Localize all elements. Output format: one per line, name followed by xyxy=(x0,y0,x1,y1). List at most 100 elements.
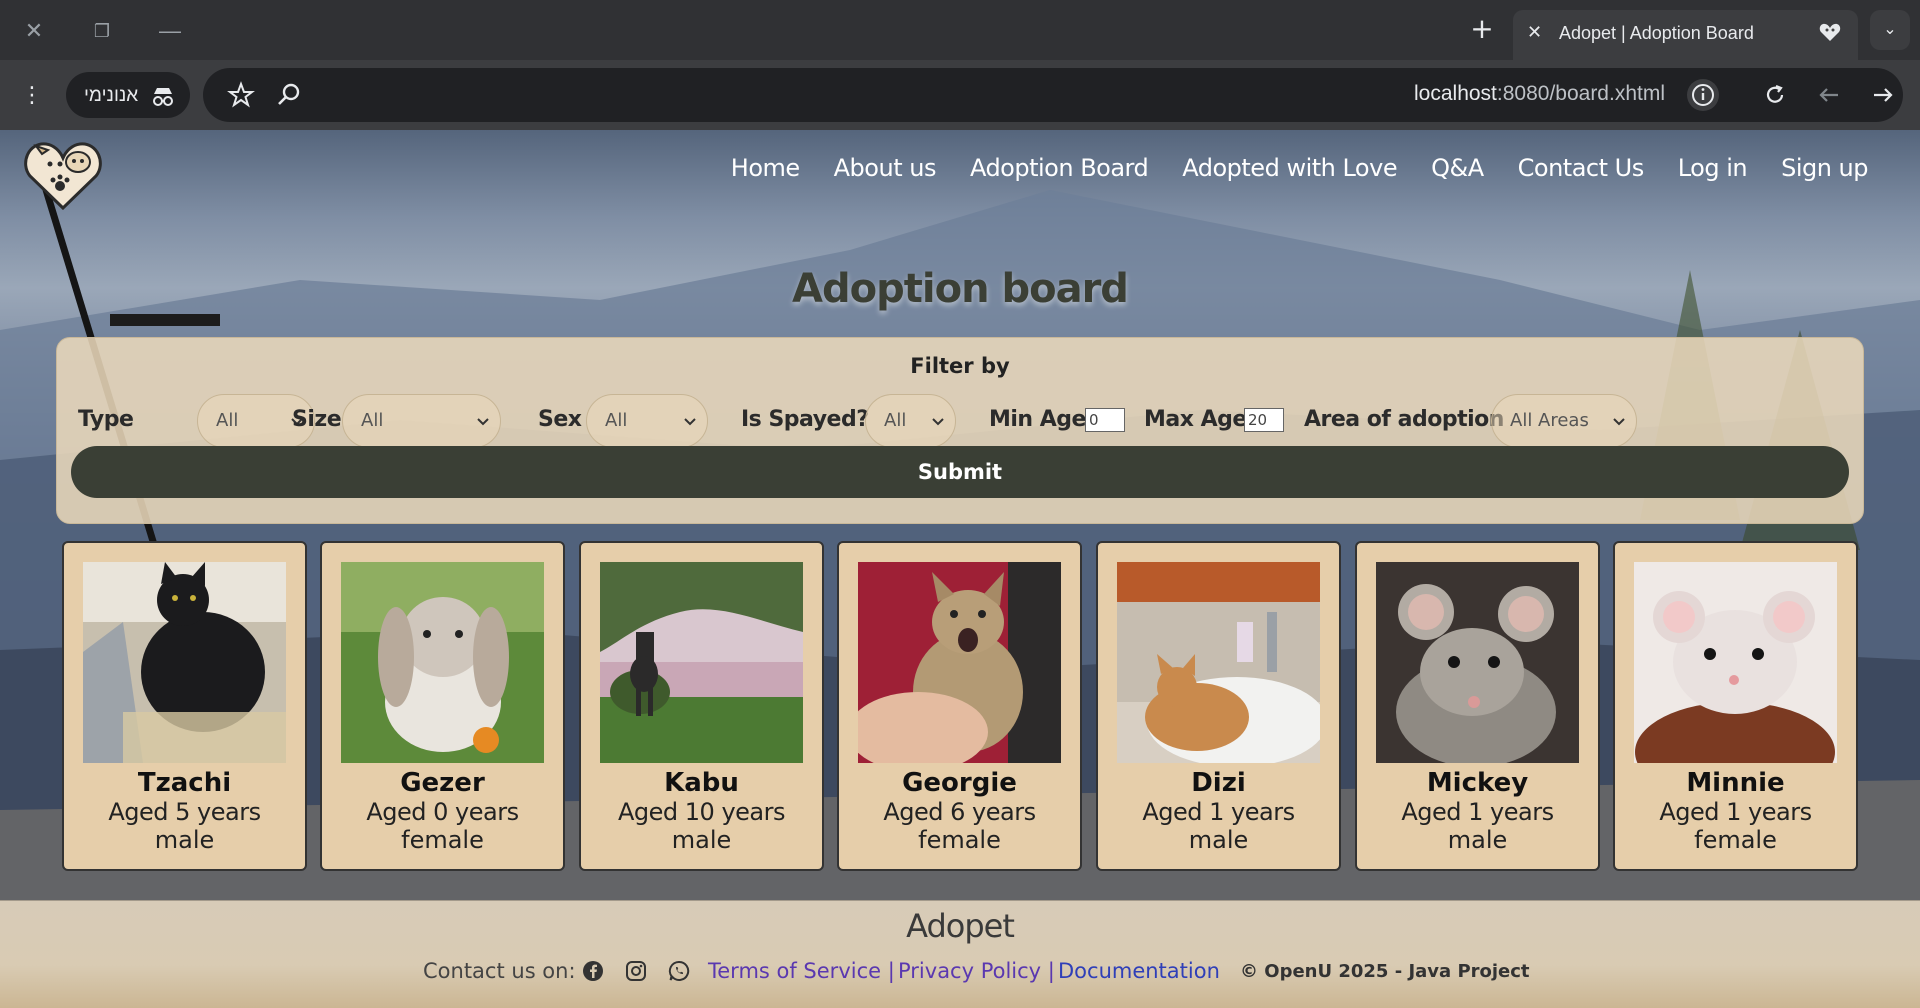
sex-select-value: All xyxy=(605,410,628,431)
footer-brand: Adopet xyxy=(906,907,1015,945)
pet-name: Minnie xyxy=(1686,768,1785,798)
browser-toolbar: ⋮ אנונימי localhost:8080/board.xhtml xyxy=(0,60,1920,130)
tab-search-icon[interactable]: ⌄ xyxy=(1870,10,1910,50)
pet-card[interactable]: Gezer Aged 0 years female xyxy=(320,541,565,871)
pet-card[interactable]: Georgie Aged 6 years female xyxy=(837,541,1082,871)
favicon-icon xyxy=(1819,23,1841,41)
pet-photo xyxy=(600,562,803,763)
documentation-link[interactable]: Documentation xyxy=(1058,959,1220,983)
type-label: Type xyxy=(78,407,134,432)
nav-about-us[interactable]: About us xyxy=(834,154,937,182)
pet-age: Aged 1 years xyxy=(1401,798,1554,826)
back-arrow-icon[interactable] xyxy=(1815,81,1843,109)
browser-tab[interactable]: ✕ Adopet | Adoption Board xyxy=(1513,10,1858,60)
pet-sex: male xyxy=(671,826,732,854)
tab-close-icon[interactable]: ✕ xyxy=(1527,22,1542,43)
pet-name: Georgie xyxy=(902,768,1017,798)
size-select-value: All xyxy=(361,410,384,431)
nav-adopted-with-love[interactable]: Adopted with Love xyxy=(1182,154,1397,182)
chevron-down-icon xyxy=(1613,418,1625,426)
pet-sex: female xyxy=(918,826,1001,854)
pet-sex: female xyxy=(401,826,484,854)
forward-arrow-icon[interactable] xyxy=(1869,81,1897,109)
zoom-icon[interactable] xyxy=(275,81,303,109)
pet-photo xyxy=(341,562,544,763)
pet-photo xyxy=(1117,562,1320,763)
pet-name: Kabu xyxy=(664,768,739,798)
area-label: Area of adoption xyxy=(1304,407,1504,432)
pet-sex: male xyxy=(1188,826,1249,854)
nav-adoption-board[interactable]: Adoption Board xyxy=(970,154,1149,182)
pet-age: Aged 1 years xyxy=(1142,798,1295,826)
chevron-down-icon xyxy=(932,418,944,426)
size-select[interactable]: All xyxy=(342,394,501,448)
area-select-value: All Areas xyxy=(1510,410,1589,431)
pet-card[interactable]: Mickey Aged 1 years male xyxy=(1355,541,1600,871)
pet-photo xyxy=(83,562,286,763)
submit-button[interactable]: Submit xyxy=(71,446,1849,498)
pet-photo xyxy=(1634,562,1837,763)
site-info-icon[interactable] xyxy=(1687,79,1719,111)
spayed-select-value: All xyxy=(884,410,907,431)
max-age-input[interactable] xyxy=(1244,408,1284,432)
reload-icon[interactable] xyxy=(1761,81,1789,109)
browser-tabstrip: ✕ ❐ — + ✕ Adopet | Adoption Board ⌄ xyxy=(0,0,1920,60)
filter-row: Type All Size All Sex All Is Spayed? All… xyxy=(78,394,1858,448)
incognito-icon xyxy=(153,88,173,106)
instagram-icon[interactable] xyxy=(625,960,647,982)
address-bar[interactable]: localhost:8080/board.xhtml xyxy=(203,68,1903,122)
browser-menu-icon[interactable]: ⋮ xyxy=(20,82,44,110)
max-age-label: Max Age xyxy=(1144,407,1247,432)
min-age-input[interactable] xyxy=(1085,408,1125,432)
site-footer: Adopet Contact us on: Terms of Service |… xyxy=(0,900,1920,1008)
pet-card[interactable]: Minnie Aged 1 years female xyxy=(1613,541,1858,871)
pet-card[interactable]: Tzachi Aged 5 years male xyxy=(62,541,307,871)
restore-window-icon[interactable]: ❐ xyxy=(82,14,122,48)
pet-name: Mickey xyxy=(1426,768,1529,798)
pet-age: Aged 1 years xyxy=(1659,798,1812,826)
type-select-value: All xyxy=(216,410,239,431)
pet-name: Dizi xyxy=(1191,768,1246,798)
pet-card[interactable]: Dizi Aged 1 years male xyxy=(1096,541,1341,871)
nav-log-in[interactable]: Log in xyxy=(1678,154,1748,182)
url-host: localhost xyxy=(1414,82,1497,105)
nav-qa[interactable]: Q&A xyxy=(1431,154,1484,182)
sex-label: Sex xyxy=(538,407,582,432)
whatsapp-icon[interactable] xyxy=(668,960,690,982)
terms-link[interactable]: Terms of Service | xyxy=(708,959,895,983)
page-title: Adoption board xyxy=(792,266,1129,312)
nav-contact-us[interactable]: Contact Us xyxy=(1518,154,1645,182)
filter-heading: Filter by xyxy=(910,354,1010,378)
close-window-icon[interactable]: ✕ xyxy=(14,14,54,48)
sex-select[interactable]: All xyxy=(586,394,708,448)
nav-sign-up[interactable]: Sign up xyxy=(1781,154,1868,182)
new-tab-icon[interactable]: + xyxy=(1465,12,1499,46)
area-select[interactable]: All Areas xyxy=(1491,394,1637,448)
chevron-down-icon xyxy=(477,418,489,426)
filter-panel: Filter by Type All Size All Sex All Is S… xyxy=(56,337,1864,524)
facebook-icon[interactable] xyxy=(582,960,604,982)
pet-cards: Tzachi Aged 5 years male Gezer Aged 0 ye… xyxy=(62,541,1858,871)
pet-age: Aged 10 years xyxy=(618,798,786,826)
privacy-link[interactable]: Privacy Policy | xyxy=(898,959,1055,983)
url-text[interactable]: localhost:8080/board.xhtml xyxy=(1414,82,1665,106)
footer-links-row: Contact us on: Terms of Service | Privac… xyxy=(0,959,1920,989)
pet-age: Aged 5 years xyxy=(108,798,261,826)
pet-name: Tzachi xyxy=(137,768,232,798)
contact-label: Contact us on: xyxy=(423,959,576,983)
adopet-logo[interactable] xyxy=(22,134,104,210)
nav-home[interactable]: Home xyxy=(731,154,800,182)
pet-sex: male xyxy=(1447,826,1508,854)
spayed-label: Is Spayed? xyxy=(741,407,869,432)
bookmark-star-icon[interactable] xyxy=(227,81,255,109)
pet-age: Aged 6 years xyxy=(883,798,1036,826)
spayed-select[interactable]: All xyxy=(865,394,956,448)
minimize-window-icon[interactable]: — xyxy=(150,14,190,48)
copyright-text: © OpenU 2025 - Java Project xyxy=(1240,961,1530,982)
incognito-indicator[interactable]: אנונימי xyxy=(66,72,190,118)
pet-name: Gezer xyxy=(400,768,485,798)
pet-photo xyxy=(1376,562,1579,763)
incognito-label: אנונימי xyxy=(84,85,139,106)
url-path: :8080/board.xhtml xyxy=(1496,82,1665,105)
pet-card[interactable]: Kabu Aged 10 years male xyxy=(579,541,824,871)
